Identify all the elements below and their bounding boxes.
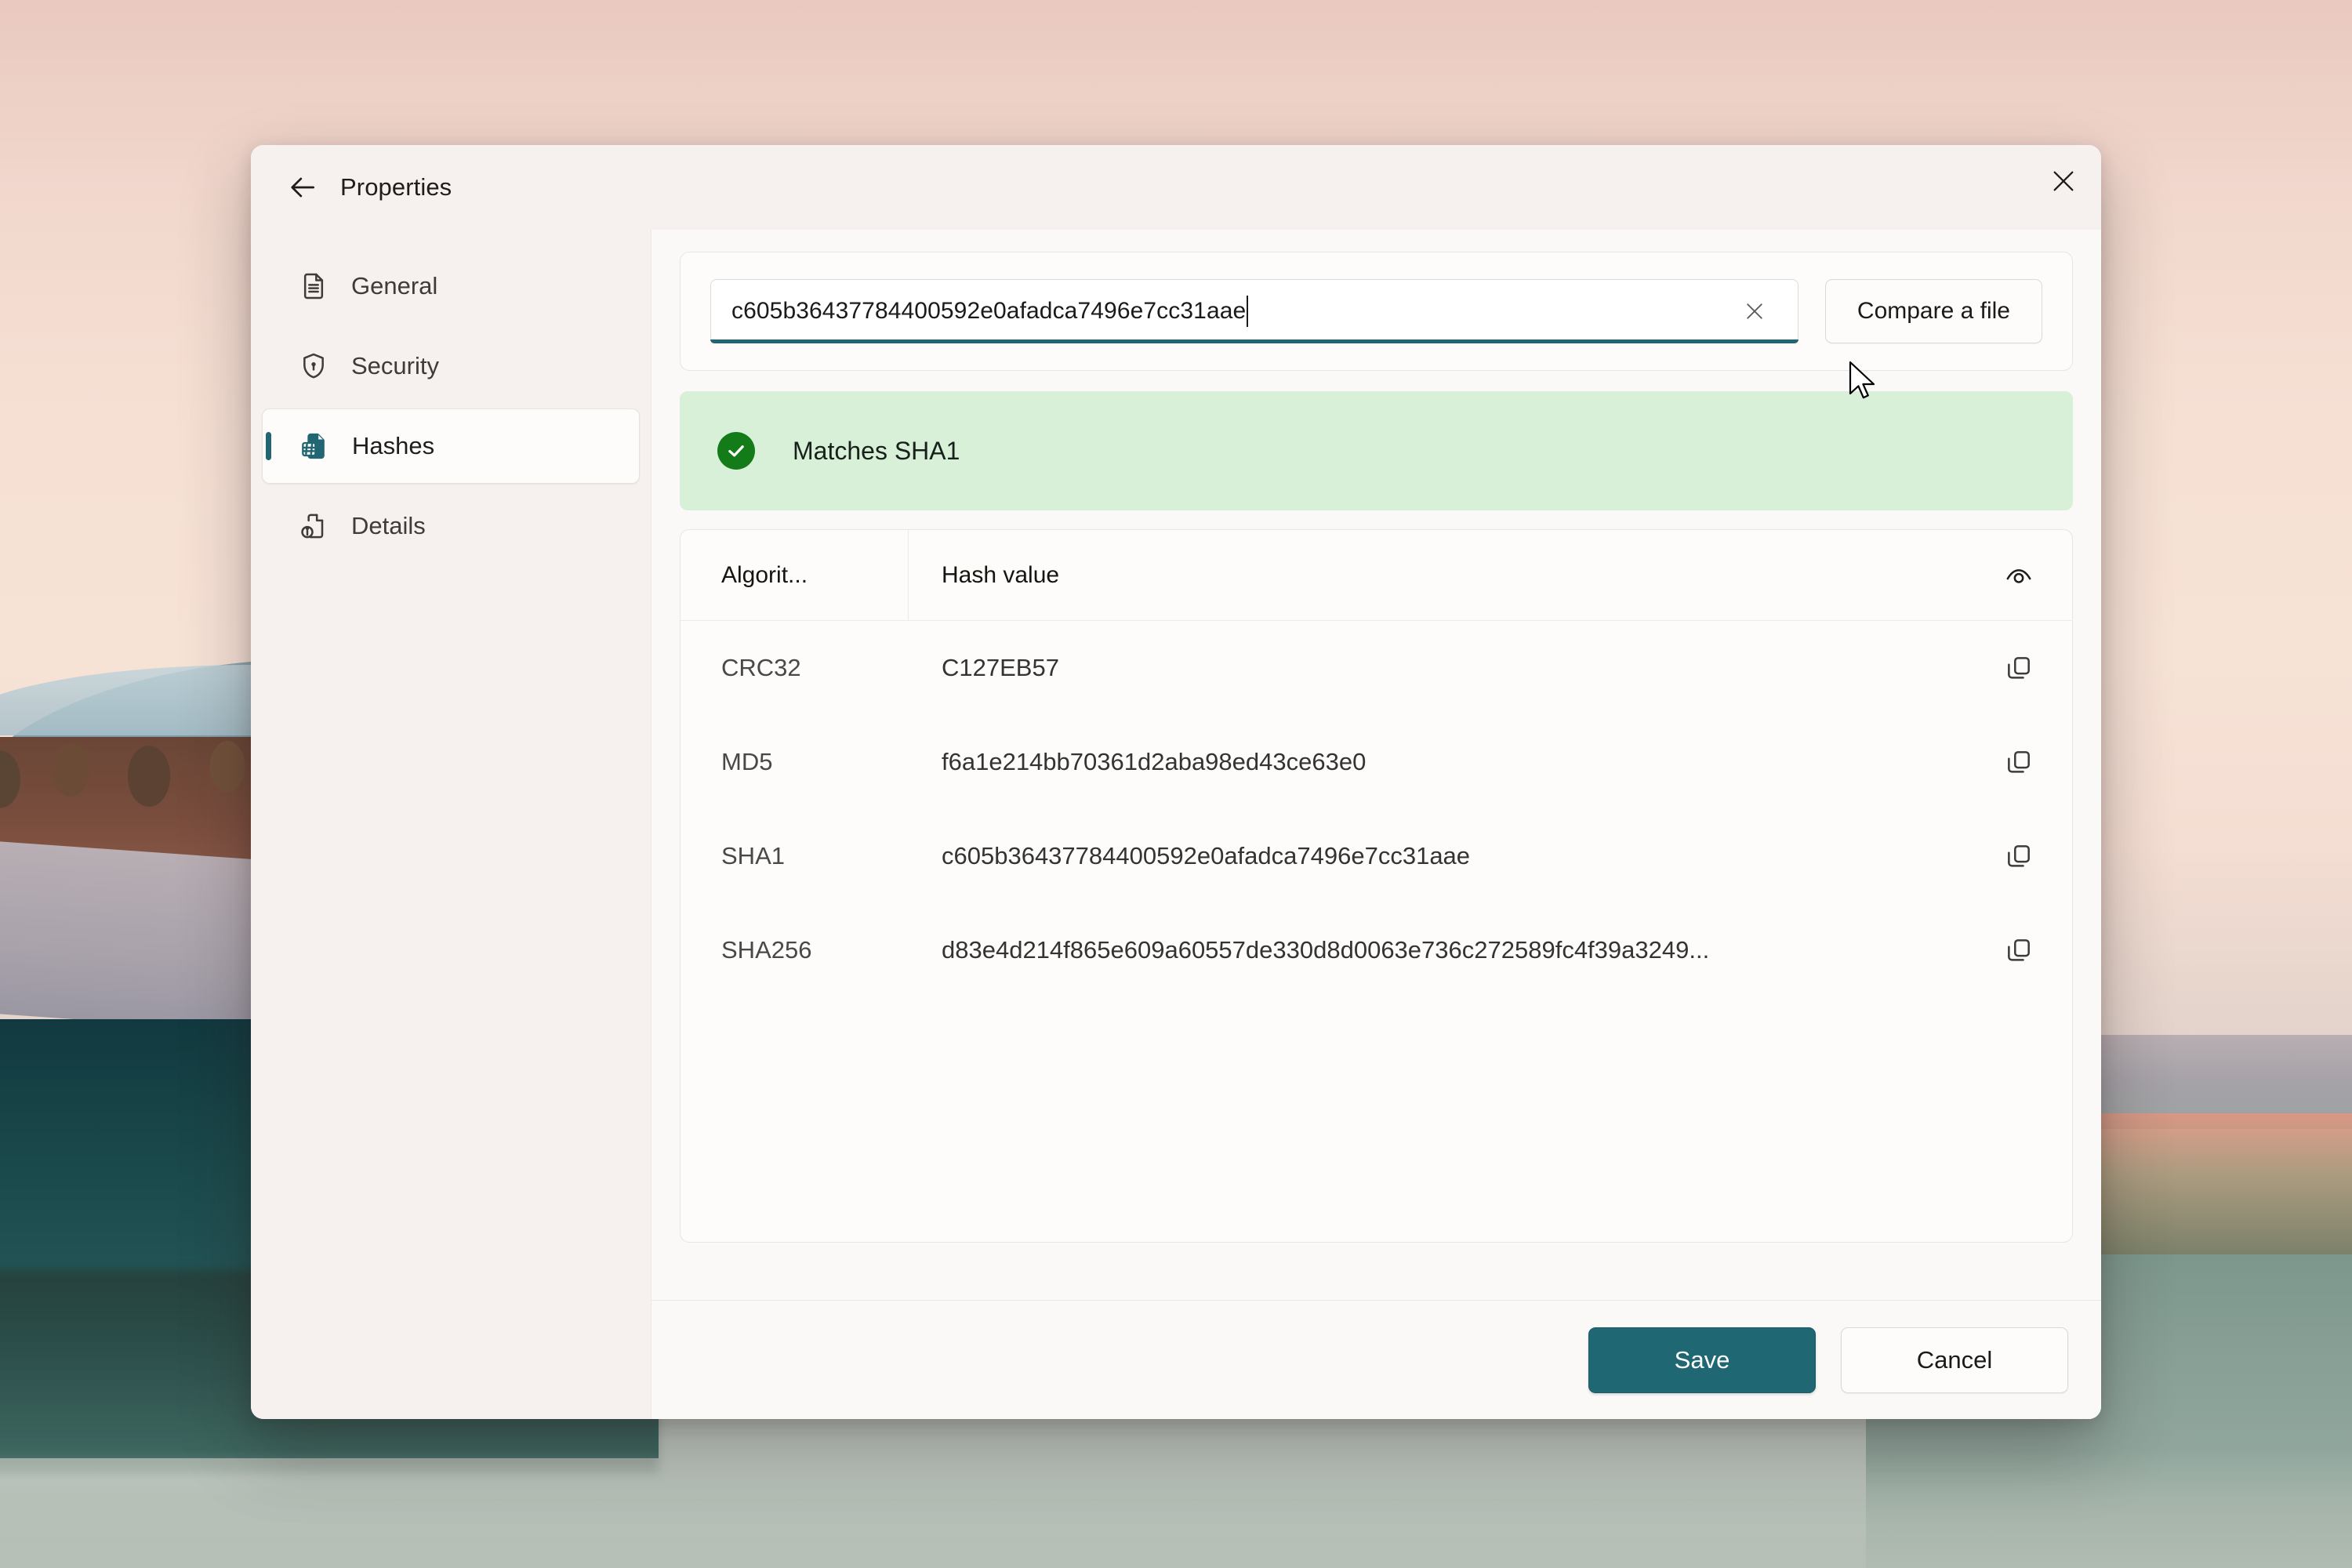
- cancel-button[interactable]: Cancel: [1841, 1327, 2068, 1393]
- close-icon: [1743, 299, 1766, 323]
- back-arrow-icon: [289, 172, 318, 202]
- hash-compare-input[interactable]: c605b36437784400592e0afadca7496e7cc31aae: [710, 279, 1798, 343]
- cell-algorithm: MD5: [721, 748, 908, 776]
- content-pane: c605b36437784400592e0afadca7496e7cc31aae…: [651, 230, 2101, 1419]
- cell-algorithm: SHA256: [721, 936, 908, 964]
- back-button[interactable]: [279, 163, 328, 212]
- clear-input-button[interactable]: [1732, 289, 1777, 334]
- copy-icon: [2004, 747, 2034, 777]
- sidebar-item-label: General: [351, 272, 437, 300]
- text-caret: [1247, 296, 1248, 327]
- dialog-footer: Save Cancel: [652, 1300, 2101, 1419]
- sidebar-item-label: Security: [351, 352, 439, 380]
- compare-hash-card: c605b36437784400592e0afadca7496e7cc31aae…: [680, 252, 2073, 371]
- page-title: Properties: [340, 173, 452, 201]
- match-status-banner: Matches SHA1: [680, 391, 2073, 510]
- eye-icon: [2003, 560, 2034, 591]
- copy-hash-button[interactable]: [1981, 818, 2056, 894]
- sidebar-item-security[interactable]: Security: [262, 328, 640, 404]
- cell-algorithm: SHA1: [721, 842, 908, 870]
- dialog-body: General Security: [251, 230, 2101, 1419]
- content-scroll-area: c605b36437784400592e0afadca7496e7cc31aae…: [652, 230, 2101, 1300]
- document-info-icon: [296, 509, 331, 543]
- table-row[interactable]: SHA1 c605b36437784400592e0afadca7496e7cc…: [681, 809, 2072, 903]
- hash-input-value: c605b36437784400592e0afadca7496e7cc31aae: [731, 298, 1246, 325]
- hash-file-icon: [297, 429, 332, 463]
- column-header-algorithm: Algorit...: [721, 562, 908, 589]
- cell-hash-value: C127EB57: [908, 654, 1981, 682]
- check-circle-icon: [717, 432, 755, 470]
- cell-hash-value: d83e4d214f865e609a60557de330d8d0063e736c…: [908, 936, 1981, 964]
- sidebar: General Security: [251, 230, 651, 1419]
- cell-hash-value: c605b36437784400592e0afadca7496e7cc31aae: [908, 842, 1981, 870]
- copy-icon: [2004, 653, 2034, 683]
- copy-hash-button[interactable]: [1981, 913, 2056, 988]
- wallpaper-foreground-band: [0, 1450, 2352, 1568]
- sidebar-item-details[interactable]: Details: [262, 488, 640, 564]
- hash-table: Algorit... Hash value CRC32: [680, 529, 2073, 1243]
- table-row[interactable]: SHA256 d83e4d214f865e609a60557de330d8d00…: [681, 903, 2072, 997]
- copy-icon: [2004, 935, 2034, 965]
- compare-a-file-button[interactable]: Compare a file: [1825, 279, 2042, 343]
- sidebar-item-label: Hashes: [352, 432, 434, 460]
- sidebar-item-general[interactable]: General: [262, 249, 640, 324]
- copy-icon: [2004, 841, 2034, 871]
- desktop-wallpaper: Properties: [0, 0, 2352, 1568]
- cell-hash-value: f6a1e214bb70361d2aba98ed43ce63e0: [908, 748, 1981, 776]
- dialog-titlebar: Properties: [251, 145, 2101, 230]
- properties-dialog: Properties: [251, 145, 2101, 1419]
- table-row[interactable]: CRC32 C127EB57: [681, 621, 2072, 715]
- copy-hash-button[interactable]: [1981, 724, 2056, 800]
- shield-lock-icon: [296, 349, 331, 383]
- table-row[interactable]: MD5 f6a1e214bb70361d2aba98ed43ce63e0: [681, 715, 2072, 809]
- copy-hash-button[interactable]: [1981, 630, 2056, 706]
- table-header-row: Algorit... Hash value: [681, 530, 2072, 621]
- cell-algorithm: CRC32: [721, 654, 908, 682]
- sidebar-item-label: Details: [351, 512, 426, 540]
- match-status-text: Matches SHA1: [793, 437, 960, 466]
- sidebar-item-hashes[interactable]: Hashes: [262, 408, 640, 484]
- close-icon: [2050, 168, 2077, 194]
- document-icon: [296, 269, 331, 303]
- toggle-visibility-button[interactable]: [1981, 538, 2056, 613]
- save-button[interactable]: Save: [1588, 1327, 1816, 1393]
- column-header-hash-value: Hash value: [909, 562, 1981, 589]
- close-button[interactable]: [2026, 145, 2101, 217]
